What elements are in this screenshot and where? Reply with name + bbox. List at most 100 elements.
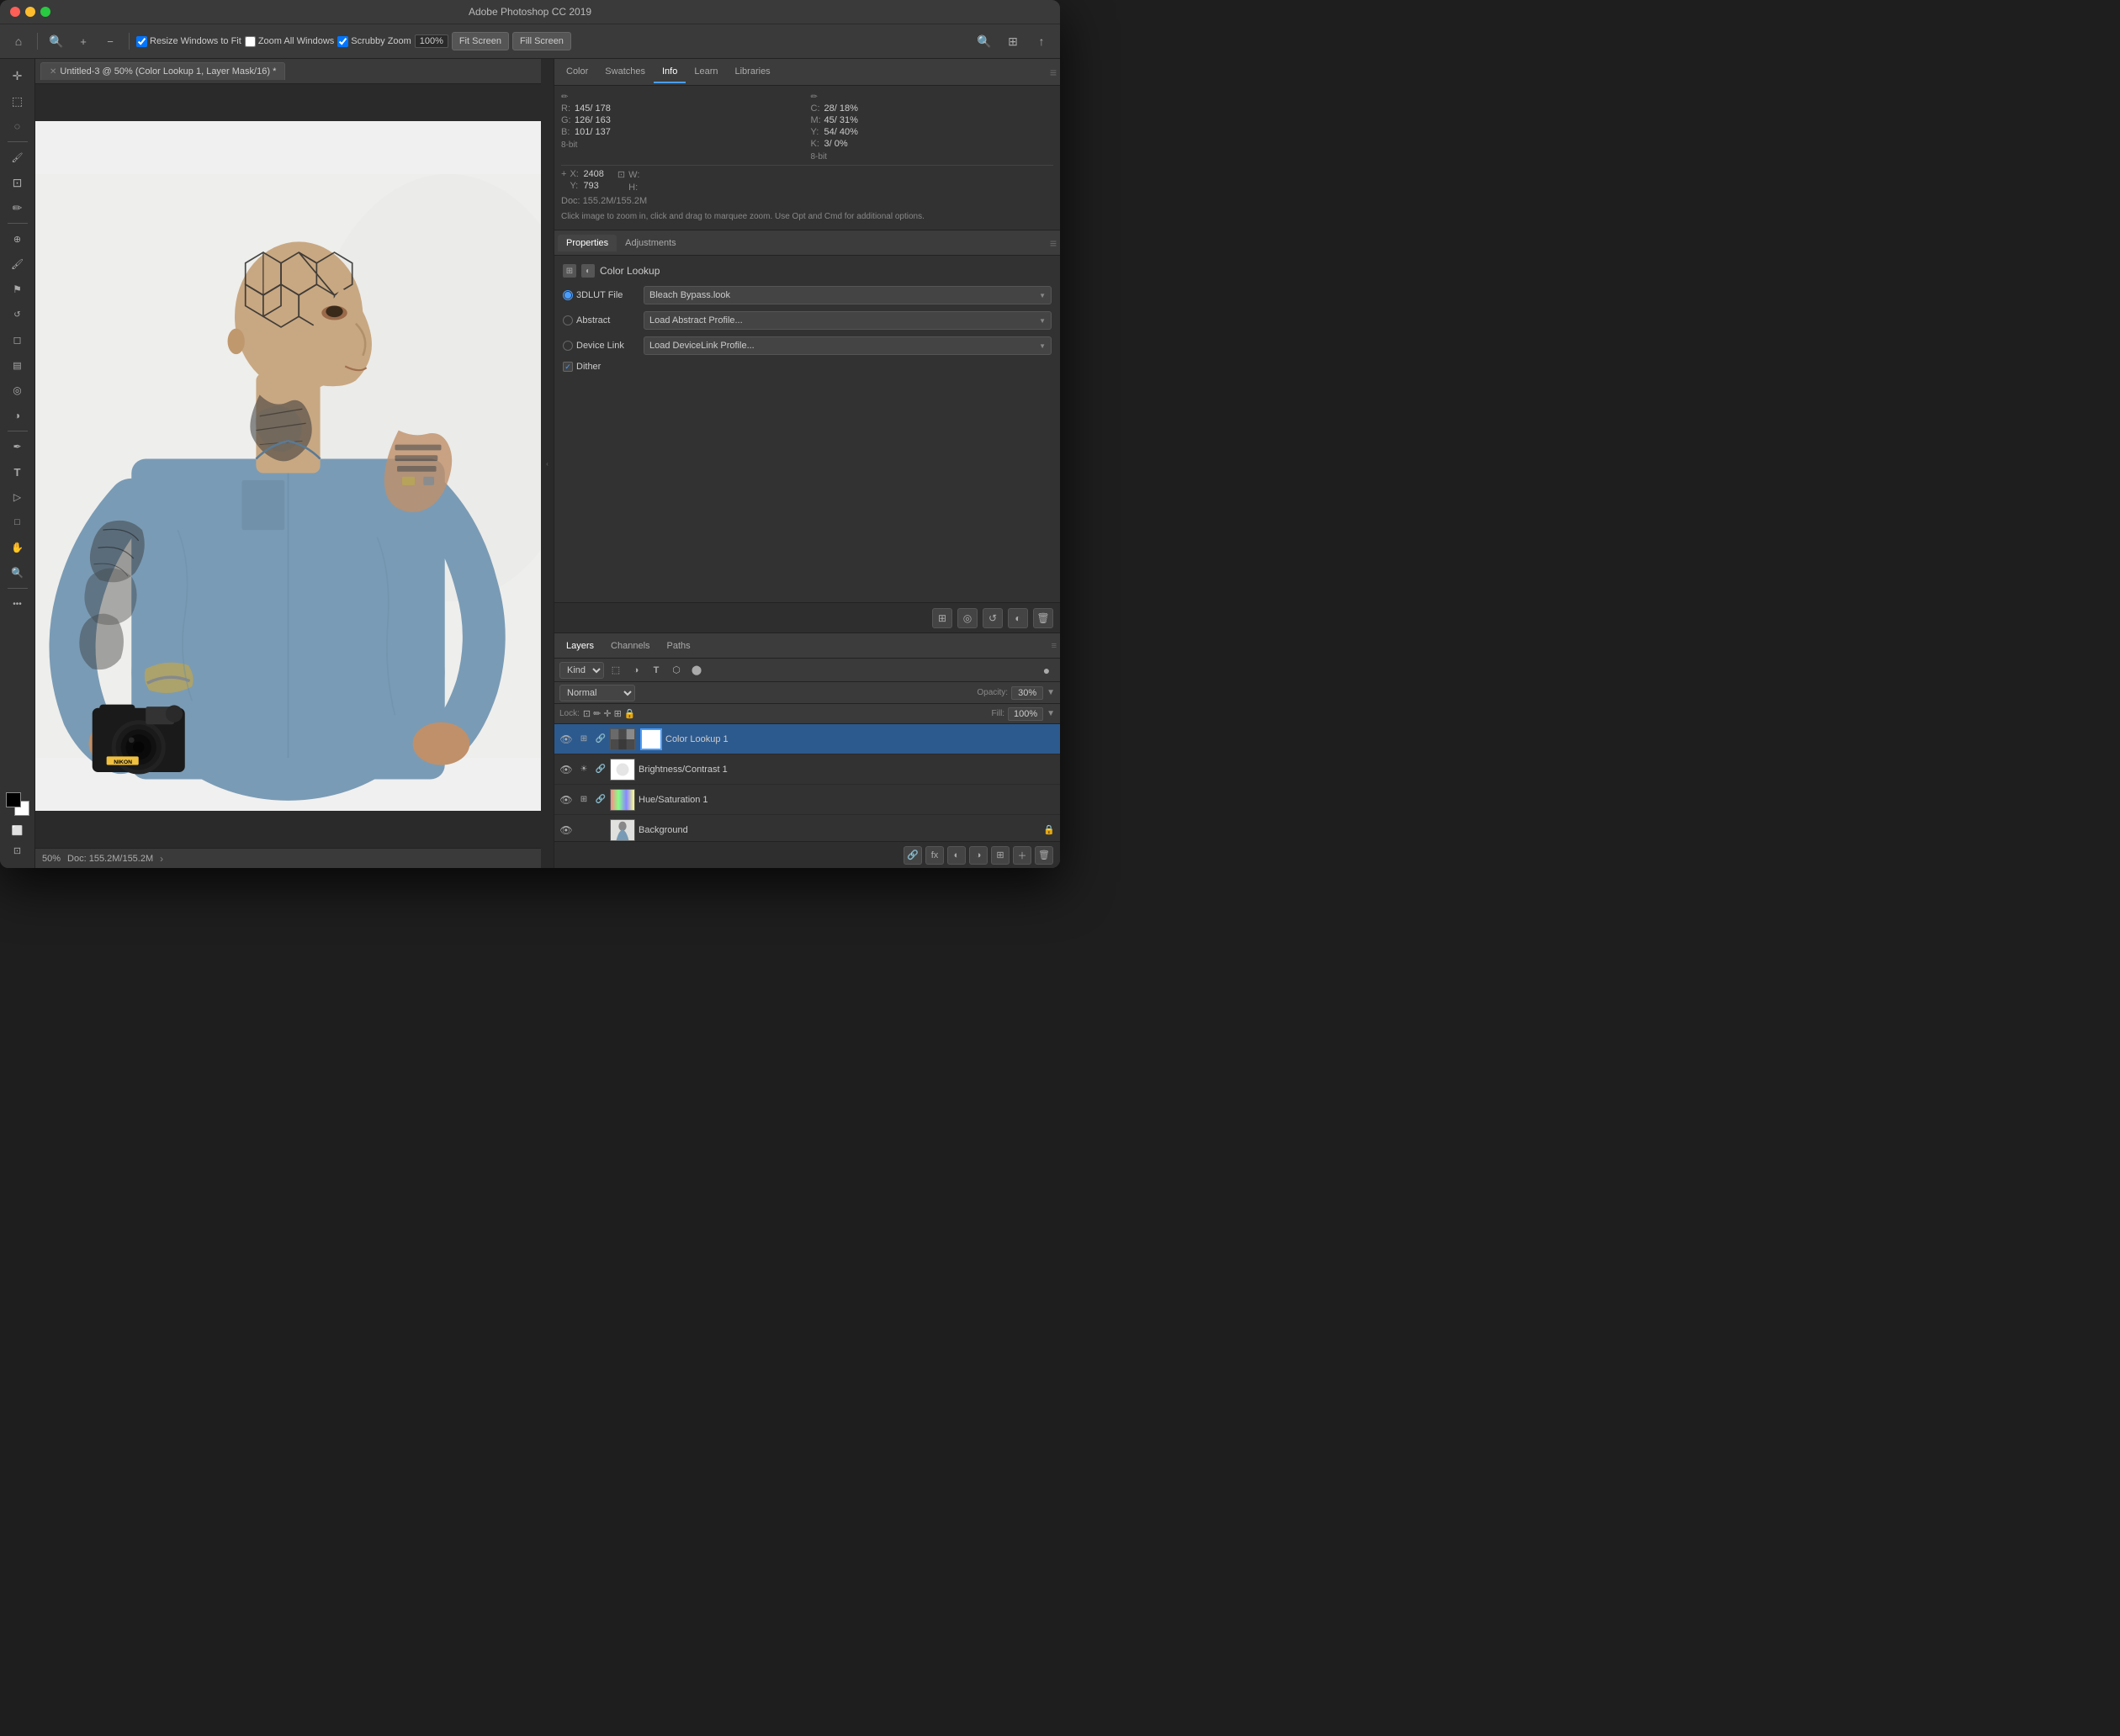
layer-link-icon-3[interactable]: 🔗	[595, 794, 607, 806]
extra-tools[interactable]: •••	[6, 592, 29, 616]
history-brush-tool[interactable]: ↺	[6, 303, 29, 326]
fit-screen-button[interactable]: Fit Screen	[452, 32, 509, 50]
gradient-tool[interactable]: ▤	[6, 353, 29, 377]
layer-item-brightness[interactable]: 👁 ☀ 🔗 Brightness/Contrast 1	[554, 754, 1060, 785]
visibility-button[interactable]: ◎	[957, 608, 978, 628]
tab-swatches[interactable]: Swatches	[596, 61, 654, 83]
layer-eye-color-lookup[interactable]: 👁	[559, 733, 573, 746]
tab-color[interactable]: Color	[558, 61, 596, 83]
move-tool[interactable]: ✛	[6, 64, 29, 87]
info-panel-menu-icon[interactable]: ≡	[1050, 66, 1057, 79]
lut-dropdown[interactable]: Bleach Bypass.look ▼	[644, 286, 1052, 304]
quick-select-tool[interactable]: 🖌	[6, 146, 29, 169]
panel-collapse-button[interactable]: ‹	[541, 59, 554, 868]
lock-transparent-icon[interactable]: ⊡	[583, 708, 591, 719]
canvas-tab-active[interactable]: ✕ Untitled-3 @ 50% (Color Lookup 1, Laye…	[40, 62, 285, 80]
zoom-tool-button[interactable]: 🔍	[45, 29, 68, 53]
lasso-tool[interactable]: ◌	[6, 114, 29, 138]
zoom-input[interactable]: 100%	[415, 34, 448, 48]
blend-mode-select[interactable]: Normal Multiply Screen Overlay	[559, 685, 635, 701]
reset-button[interactable]: ↺	[983, 608, 1003, 628]
layer-eye-background[interactable]: 👁	[559, 823, 573, 837]
zoom-out-button[interactable]: −	[98, 29, 122, 53]
scrubby-zoom-checkbox[interactable]	[337, 36, 348, 47]
share-button[interactable]: ↑	[1030, 29, 1053, 53]
hand-tool[interactable]: ✋	[6, 536, 29, 559]
layer-eye-brightness[interactable]: 👁	[559, 763, 573, 776]
tab-layers[interactable]: Layers	[558, 638, 602, 654]
new-layer-button[interactable]: ＋	[1013, 846, 1031, 865]
eyedropper-tool[interactable]: ✏	[6, 196, 29, 220]
lock-position-icon[interactable]: ✛	[603, 708, 611, 719]
healing-brush-tool[interactable]: ⊕	[6, 227, 29, 251]
canvas-viewport[interactable]: NIKON	[35, 84, 541, 848]
crop-tool[interactable]: ⊡	[6, 171, 29, 194]
filter-smart-icon[interactable]: ⬤	[688, 662, 705, 679]
quick-mask-button[interactable]: ⬜	[8, 821, 27, 839]
foreground-color-swatch[interactable]	[6, 792, 21, 807]
filter-shape-icon[interactable]: ⬡	[668, 662, 685, 679]
pen-tool[interactable]: ✒	[6, 435, 29, 458]
fill-input[interactable]: 100%	[1008, 707, 1043, 721]
delete-adjustment-button[interactable]: 🗑	[1033, 608, 1053, 628]
dodge-tool[interactable]: ◑	[6, 404, 29, 427]
filter-toggle-icon[interactable]: ●	[1038, 662, 1055, 679]
add-layer-button[interactable]: ⊞	[932, 608, 952, 628]
device-link-dropdown[interactable]: Load DeviceLink Profile... ▼	[644, 336, 1052, 355]
blur-tool[interactable]: ◎	[6, 378, 29, 402]
tab-close-icon[interactable]: ✕	[50, 67, 56, 77]
tab-paths[interactable]: Paths	[659, 638, 699, 654]
arrange-button[interactable]: ⊞	[1001, 29, 1025, 53]
zoom-all-checkbox[interactable]	[245, 36, 256, 47]
device-link-radio[interactable]	[563, 341, 573, 351]
opacity-input[interactable]: 30%	[1011, 686, 1043, 700]
filter-pixel-icon[interactable]: ⬚	[607, 662, 624, 679]
scroll-arrow[interactable]: ›	[160, 853, 163, 865]
layer-item-color-lookup[interactable]: 👁 ⊞ 🔗 Color Lookup 1	[554, 724, 1060, 754]
layer-link-icon-2[interactable]: 🔗	[595, 764, 607, 775]
mask-button[interactable]: ◐	[1008, 608, 1028, 628]
fill-arrow[interactable]: ▼	[1047, 709, 1055, 718]
shape-tool[interactable]: □	[6, 511, 29, 534]
clone-stamp-tool[interactable]: ⚑	[6, 278, 29, 301]
zoom-in-button[interactable]: +	[72, 29, 95, 53]
lock-artboard-icon[interactable]: ⊞	[614, 708, 622, 719]
abstract-dropdown[interactable]: Load Abstract Profile... ▼	[644, 311, 1052, 330]
layers-kind-select[interactable]: Kind	[559, 662, 604, 679]
delete-layer-button[interactable]: 🗑	[1035, 846, 1053, 865]
tab-properties[interactable]: Properties	[558, 235, 617, 251]
properties-menu-icon[interactable]: ≡	[1050, 236, 1057, 250]
filter-adjust-icon[interactable]: ◑	[628, 662, 644, 679]
add-mask-button[interactable]: ◐	[947, 846, 966, 865]
layer-item-background[interactable]: 👁 Background 🔒	[554, 815, 1060, 841]
zoom-tool-left[interactable]: 🔍	[6, 561, 29, 585]
filter-type-icon[interactable]: T	[648, 662, 665, 679]
home-button[interactable]: ⌂	[7, 29, 30, 53]
abstract-radio[interactable]	[563, 315, 573, 326]
link-layers-button[interactable]: 🔗	[904, 846, 922, 865]
eraser-tool[interactable]: ◻	[6, 328, 29, 352]
tab-learn[interactable]: Learn	[686, 61, 726, 83]
brush-tool[interactable]: 🖌	[6, 252, 29, 276]
search-button[interactable]: 🔍	[973, 29, 996, 53]
layer-eye-hue[interactable]: 👁	[559, 793, 573, 807]
path-select-tool[interactable]: ▷	[6, 485, 29, 509]
resize-windows-checkbox[interactable]	[136, 36, 147, 47]
lut-radio[interactable]	[563, 290, 573, 300]
minimize-button[interactable]	[25, 7, 35, 17]
maximize-button[interactable]	[40, 7, 50, 17]
close-button[interactable]	[10, 7, 20, 17]
tab-channels[interactable]: Channels	[602, 638, 658, 654]
screen-mode-button[interactable]: ⊡	[8, 841, 27, 860]
tab-adjustments[interactable]: Adjustments	[617, 235, 685, 251]
fill-screen-button[interactable]: Fill Screen	[512, 32, 571, 50]
tab-info[interactable]: Info	[654, 61, 686, 83]
opacity-arrow[interactable]: ▼	[1047, 688, 1055, 697]
lock-image-icon[interactable]: ✏	[593, 708, 601, 719]
color-swatches[interactable]	[6, 792, 29, 816]
new-adjustment-button[interactable]: ◑	[969, 846, 988, 865]
dither-checkbox[interactable]: ✓	[563, 362, 573, 372]
marquee-tool[interactable]: ⬚	[6, 89, 29, 113]
type-tool[interactable]: T	[6, 460, 29, 484]
fx-button[interactable]: fx	[925, 846, 944, 865]
